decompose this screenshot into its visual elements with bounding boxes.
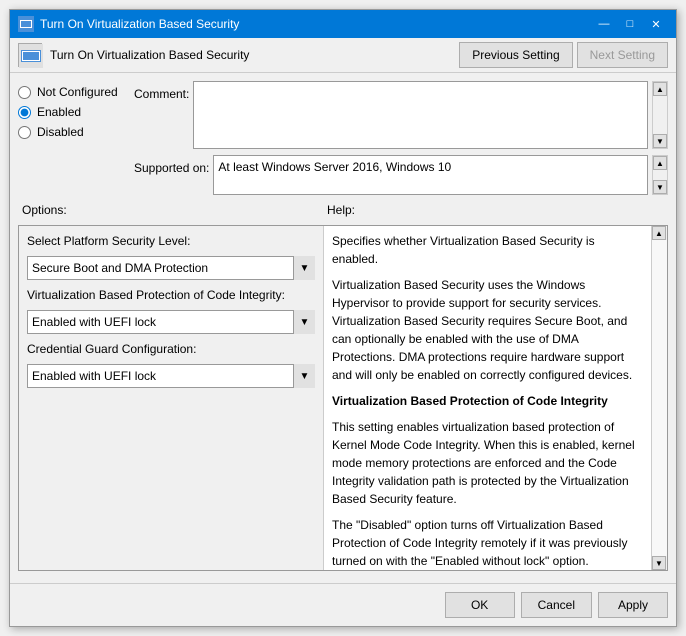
- options-panel: Select Platform Security Level: Secure B…: [19, 226, 324, 570]
- comment-scroll-down[interactable]: ▼: [653, 134, 667, 148]
- platform-select[interactable]: Secure Boot Only Secure Boot and DMA Pro…: [27, 256, 315, 280]
- apply-button[interactable]: Apply: [598, 592, 668, 618]
- cancel-button[interactable]: Cancel: [521, 592, 592, 618]
- top-section: Not Configured Enabled Disabled Comment:: [18, 81, 668, 195]
- help-header: Help:: [323, 201, 668, 219]
- platform-label: Select Platform Security Level:: [27, 234, 315, 248]
- title-bar-text: Turn On Virtualization Based Security: [40, 17, 592, 31]
- ok-button[interactable]: OK: [445, 592, 515, 618]
- cg-select-wrap: Disabled Enabled without lock Enabled wi…: [27, 364, 315, 388]
- help-para-1: Specifies whether Virtualization Based S…: [332, 232, 643, 268]
- comment-label: Comment:: [134, 81, 189, 107]
- radio-enabled[interactable]: Enabled: [18, 105, 128, 119]
- two-panel: Select Platform Security Level: Secure B…: [18, 225, 668, 571]
- cg-select[interactable]: Disabled Enabled without lock Enabled wi…: [27, 364, 315, 388]
- panel-headers: Options: Help:: [18, 201, 668, 219]
- help-scrollbar: ▲ ▼: [651, 226, 667, 570]
- next-setting-button[interactable]: Next Setting: [577, 42, 668, 68]
- toolbar-buttons: Previous Setting Next Setting: [459, 42, 668, 68]
- comment-row: Comment: ▲ ▼: [134, 81, 668, 149]
- supported-value: At least Windows Server 2016, Windows 10: [213, 155, 648, 195]
- help-para-4: This setting enables virtualization base…: [332, 418, 643, 508]
- comment-textarea[interactable]: [193, 81, 648, 149]
- help-scroll-track: [652, 240, 667, 556]
- supported-scroll-up[interactable]: ▲: [653, 156, 667, 170]
- vbs-select[interactable]: Disabled Enabled without lock Enabled wi…: [27, 310, 315, 334]
- previous-setting-button[interactable]: Previous Setting: [459, 42, 572, 68]
- help-scroll-down[interactable]: ▼: [652, 556, 666, 570]
- window-icon: [18, 16, 34, 32]
- vbs-label: Virtualization Based Protection of Code …: [27, 288, 315, 302]
- options-header: Options:: [18, 201, 323, 219]
- help-para-2: Virtualization Based Security uses the W…: [332, 276, 643, 384]
- comment-scrollbar: ▲ ▼: [652, 81, 668, 149]
- enabled-label: Enabled: [37, 105, 81, 119]
- enabled-radio[interactable]: [18, 106, 31, 119]
- minimize-button[interactable]: ―: [592, 14, 616, 34]
- title-bar-controls: ― □ ✕: [592, 14, 668, 34]
- disabled-radio[interactable]: [18, 126, 31, 139]
- close-button[interactable]: ✕: [644, 14, 668, 34]
- main-window: Turn On Virtualization Based Security ― …: [9, 9, 677, 627]
- radio-not-configured[interactable]: Not Configured: [18, 85, 128, 99]
- comment-scroll-up[interactable]: ▲: [653, 82, 667, 96]
- radio-group: Not Configured Enabled Disabled: [18, 81, 128, 139]
- help-scroll-up[interactable]: ▲: [652, 226, 666, 240]
- vbs-select-wrap: Disabled Enabled without lock Enabled wi…: [27, 310, 315, 334]
- help-panel: Specifies whether Virtualization Based S…: [324, 226, 667, 570]
- supported-label: Supported on:: [134, 155, 209, 181]
- right-fields: Comment: ▲ ▼ Supported on: At least: [134, 81, 668, 195]
- not-configured-radio[interactable]: [18, 86, 31, 99]
- radio-disabled[interactable]: Disabled: [18, 125, 128, 139]
- help-para-5: The "Disabled" option turns off Virtuali…: [332, 516, 643, 570]
- supported-scroll-down[interactable]: ▼: [653, 180, 667, 194]
- toolbar: Turn On Virtualization Based Security Pr…: [10, 38, 676, 73]
- cg-label: Credential Guard Configuration:: [27, 342, 315, 356]
- disabled-label: Disabled: [37, 125, 84, 139]
- platform-select-wrap: Secure Boot Only Secure Boot and DMA Pro…: [27, 256, 315, 280]
- supported-scrollbar: ▲ ▼: [652, 155, 668, 195]
- toolbar-icon: [18, 43, 42, 67]
- help-para-3: Virtualization Based Protection of Code …: [332, 392, 643, 410]
- help-text-area: Specifies whether Virtualization Based S…: [324, 226, 651, 570]
- supported-row: Supported on: At least Windows Server 20…: [134, 155, 668, 195]
- content-area: Not Configured Enabled Disabled Comment:: [10, 73, 676, 579]
- not-configured-label: Not Configured: [37, 85, 118, 99]
- toolbar-title: Turn On Virtualization Based Security: [50, 48, 451, 62]
- title-bar: Turn On Virtualization Based Security ― …: [10, 10, 676, 38]
- bottom-bar: OK Cancel Apply: [10, 583, 676, 626]
- maximize-button[interactable]: □: [618, 14, 642, 34]
